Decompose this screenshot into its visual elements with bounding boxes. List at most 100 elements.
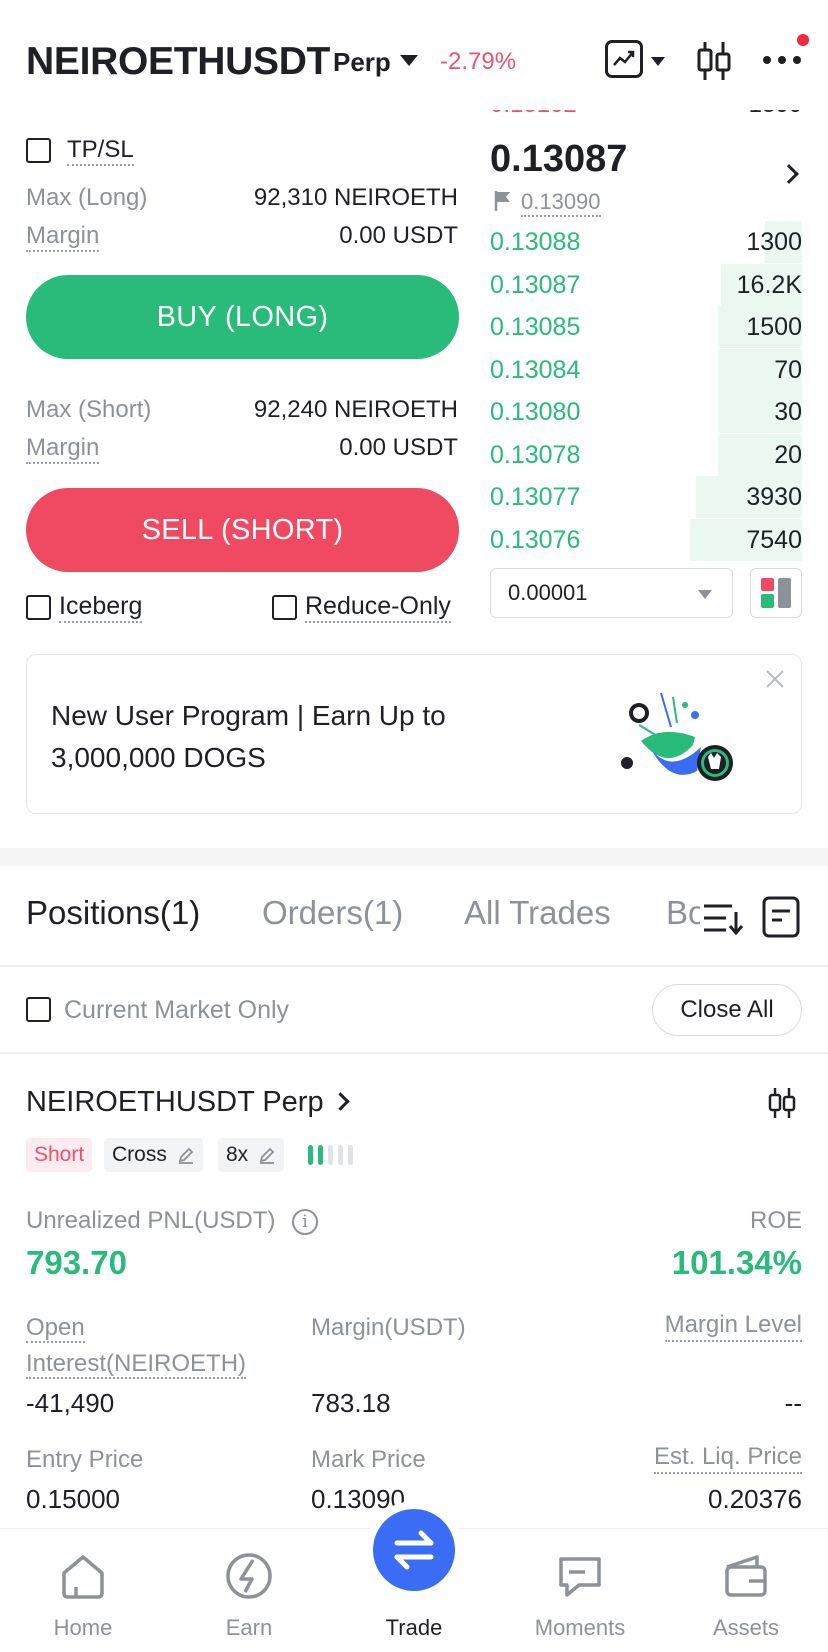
- max-short-value: 92,240 NEIROETH: [253, 396, 458, 423]
- bid-qty: 70: [774, 355, 802, 384]
- unrealized-pnl-value: 793.70: [26, 1244, 127, 1281]
- bid-qty: 16.2K: [736, 270, 802, 299]
- open-interest-label-line1: Open: [26, 1314, 85, 1343]
- nav-moments-label: Moments: [534, 1615, 626, 1640]
- chart-icon[interactable]: [605, 40, 643, 78]
- buy-long-button[interactable]: BUY (LONG): [26, 275, 459, 359]
- close-icon[interactable]: [763, 667, 787, 691]
- margin-value: 783.18: [311, 1388, 391, 1418]
- nav-earn[interactable]: Earn: [189, 1529, 309, 1652]
- margin-long-value: 0.00 USDT: [339, 222, 458, 249]
- order-book-bid-row[interactable]: 0.13076 7540: [490, 518, 802, 561]
- sort-filter-icon[interactable]: [702, 898, 744, 938]
- caret-down-icon: [698, 590, 712, 599]
- bid-qty: 7540: [746, 525, 802, 554]
- est-liq-price-value: 0.20376: [708, 1484, 802, 1514]
- more-icon[interactable]: [762, 52, 802, 68]
- bid-qty: 30: [774, 398, 802, 426]
- bid-price: 0.13084: [490, 355, 581, 384]
- order-book-bid-row[interactable]: 0.13085 1500: [490, 306, 802, 348]
- book-layout-icon[interactable]: [750, 568, 802, 618]
- bid-qty: 20: [774, 440, 802, 469]
- swap-arrows-icon: [394, 1530, 434, 1570]
- tpsl-checkbox[interactable]: [26, 138, 51, 163]
- current-market-label[interactable]: Current Market Only: [64, 996, 289, 1025]
- earn-icon: [226, 1553, 272, 1599]
- margin-level-label[interactable]: Margin Level: [664, 1310, 802, 1342]
- close-all-button[interactable]: Close All: [652, 984, 802, 1036]
- order-book-bid-row[interactable]: 0.13084 70: [490, 348, 802, 391]
- tab-bots[interactable]: Bo: [666, 894, 700, 938]
- divider: [0, 1052, 828, 1054]
- margin-mode-label: Cross: [112, 1143, 167, 1166]
- bid-qty: 1500: [746, 313, 802, 341]
- reduce-only-label[interactable]: Reduce-Only: [305, 592, 451, 623]
- document-icon[interactable]: [762, 896, 800, 938]
- nav-moments[interactable]: Moments: [520, 1529, 640, 1652]
- pair-title[interactable]: NEIROETHUSDT: [26, 40, 330, 84]
- mark-price[interactable]: 0.13090: [521, 189, 601, 217]
- entry-price-value: 0.15000: [26, 1484, 120, 1514]
- nav-home[interactable]: Home: [23, 1529, 143, 1652]
- order-book-bid-row[interactable]: 0.13088 1300: [490, 221, 802, 263]
- position-symbol[interactable]: NEIROETHUSDT Perp: [26, 1086, 324, 1119]
- margin-short-label[interactable]: Margin: [26, 434, 100, 464]
- promo-banner[interactable]: New User Program | Earn Up to 3,000,000 …: [26, 654, 802, 814]
- max-short-label: Max (Short): [26, 396, 152, 423]
- trade-fab-button[interactable]: [373, 1509, 455, 1591]
- unrealized-pnl-label: Unrealized PNL(USDT): [26, 1207, 276, 1234]
- chat-bubble-icon: [559, 1557, 601, 1597]
- max-long-label: Max (Long): [26, 184, 148, 211]
- edit-icon[interactable]: [258, 1146, 276, 1164]
- wallet-icon: [725, 1555, 767, 1597]
- leverage-badge[interactable]: 8x: [218, 1138, 285, 1172]
- margin-label: Margin(USDT): [311, 1314, 466, 1341]
- candlestick-icon[interactable]: [694, 40, 734, 82]
- bid-qty: 1300: [746, 228, 802, 256]
- nav-assets[interactable]: Assets: [686, 1529, 806, 1652]
- candlestick-icon[interactable]: [766, 1086, 798, 1120]
- bid-price: 0.13088: [490, 228, 581, 256]
- order-book-bid-row[interactable]: 0.13078 20: [490, 433, 802, 476]
- est-liq-price-label[interactable]: Est. Liq. Price: [653, 1442, 802, 1474]
- divider: [0, 965, 828, 967]
- mark-price-label: Mark Price: [311, 1446, 426, 1473]
- margin-mode-badge[interactable]: Cross: [104, 1138, 203, 1172]
- iceberg-label[interactable]: Iceberg: [59, 592, 143, 623]
- max-long-value: 92,310 NEIROETH: [253, 184, 458, 211]
- last-price[interactable]: 0.13087: [490, 138, 627, 181]
- chart-dropdown-icon[interactable]: [651, 57, 665, 66]
- chevron-right-icon[interactable]: [779, 164, 799, 184]
- price-step-value: 0.00001: [508, 580, 588, 605]
- reduce-only-checkbox[interactable]: [272, 595, 297, 620]
- bid-price: 0.13076: [490, 525, 581, 554]
- order-book-bid-row[interactable]: 0.13077 3930: [490, 476, 802, 518]
- order-book-bid-row[interactable]: 0.13087 16.2K: [490, 263, 802, 306]
- tab-all-trades[interactable]: All Trades: [464, 894, 611, 932]
- nav-trade-label: Trade: [385, 1615, 443, 1640]
- bid-price: 0.13087: [490, 270, 581, 299]
- tab-positions[interactable]: Positions(1): [26, 894, 200, 932]
- bid-qty: 3930: [746, 483, 802, 511]
- contract-type-label[interactable]: Perp: [333, 47, 391, 78]
- open-interest-value: -41,490: [26, 1388, 115, 1418]
- info-icon[interactable]: i: [292, 1209, 318, 1235]
- iceberg-checkbox[interactable]: [26, 595, 51, 620]
- promo-banner-text: New User Program | Earn Up to 3,000,000 …: [51, 700, 446, 773]
- tpsl-label[interactable]: TP/SL: [67, 136, 134, 166]
- price-step-select[interactable]: 0.00001: [490, 568, 733, 618]
- price-change-percent: -2.79%: [440, 48, 517, 75]
- side-badge: Short: [26, 1138, 93, 1172]
- open-interest-label[interactable]: Open Interest(NEIROETH): [26, 1310, 247, 1382]
- margin-long-label[interactable]: Margin: [26, 222, 100, 252]
- open-interest-label-line2: Interest(NEIROETH): [26, 1350, 247, 1379]
- current-market-checkbox[interactable]: [26, 997, 51, 1022]
- tab-orders[interactable]: Orders(1): [262, 894, 403, 932]
- chevron-right-icon[interactable]: [331, 1092, 350, 1111]
- nav-earn-label: Earn: [225, 1615, 273, 1640]
- edit-icon[interactable]: [177, 1146, 195, 1164]
- caret-down-icon[interactable]: [400, 55, 418, 66]
- sell-short-button[interactable]: SELL (SHORT): [26, 488, 459, 572]
- order-book-bid-row[interactable]: 0.13080 30: [490, 391, 802, 433]
- entry-price-label: Entry Price: [26, 1446, 144, 1473]
